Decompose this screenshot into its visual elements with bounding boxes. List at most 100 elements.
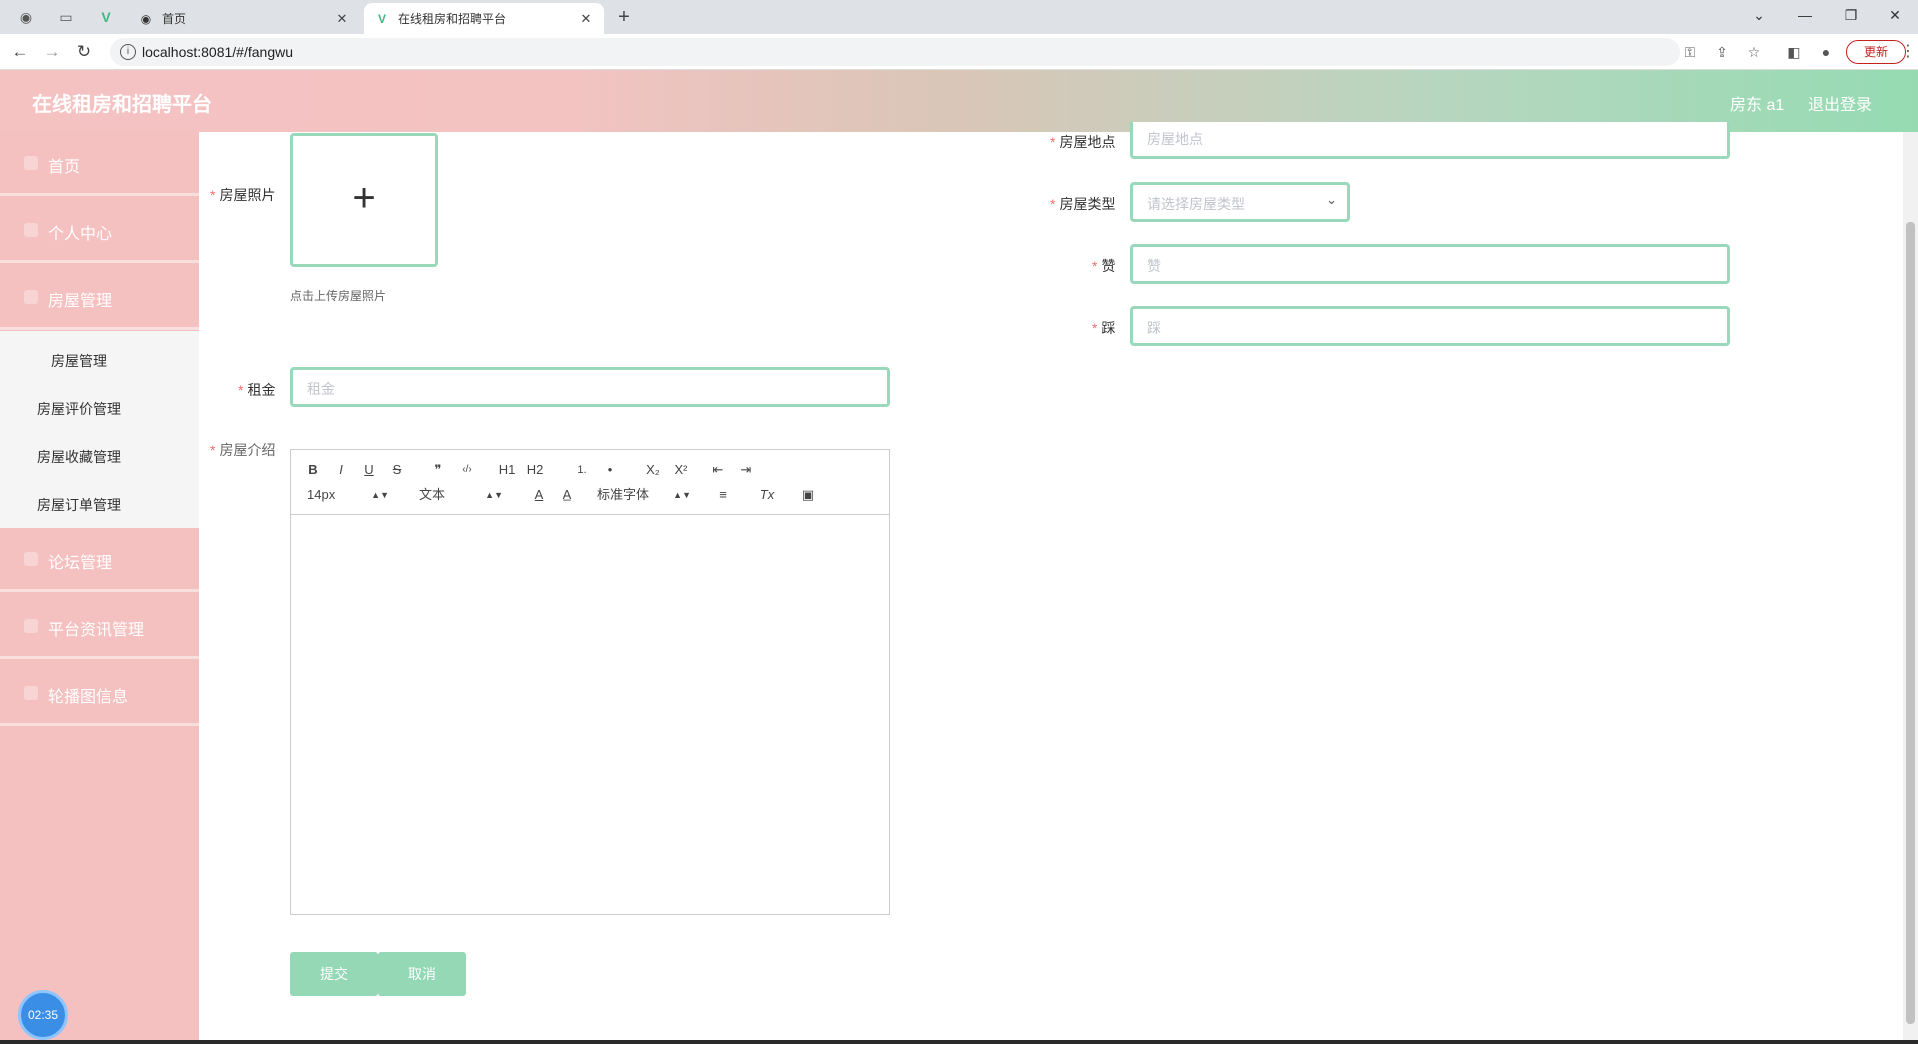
- submenu-item-house[interactable]: 房屋管理: [51, 341, 250, 381]
- submenu-item-review[interactable]: 房屋评价管理: [37, 389, 236, 429]
- photo-hint: 点击上传房屋照片: [290, 289, 387, 303]
- image-icon: [24, 686, 38, 700]
- close-icon[interactable]: ✕: [578, 11, 594, 27]
- forward-arrow-icon[interactable]: →: [40, 40, 64, 64]
- indent-button[interactable]: ⇥: [737, 460, 755, 480]
- tab-active[interactable]: V 在线租房和招聘平台 ✕: [364, 3, 604, 34]
- location-placeholder: 房屋地点: [1147, 131, 1203, 147]
- h1-button[interactable]: H1: [497, 460, 517, 480]
- blank-tab-icon[interactable]: ▭: [54, 6, 78, 28]
- font-select[interactable]: 标准字体 ▲▼: [597, 485, 691, 505]
- plus-icon: +: [352, 176, 376, 220]
- close-icon[interactable]: ✕: [334, 11, 350, 27]
- font-value: 标准字体: [597, 487, 650, 502]
- window-close-button[interactable]: ✕: [1872, 0, 1918, 30]
- sidebar-item-forum[interactable]: 论坛管理: [0, 528, 199, 592]
- underline-button[interactable]: U: [361, 460, 377, 480]
- chevron-down-icon[interactable]: ⌄: [1736, 0, 1782, 30]
- clear-format-button[interactable]: Tx: [757, 485, 777, 505]
- align-button[interactable]: ≡: [715, 485, 731, 505]
- submit-button[interactable]: 提交: [290, 952, 378, 996]
- like-label: * 赞: [1092, 258, 1116, 274]
- sidebar-item-house[interactable]: 房屋管理: [0, 266, 199, 330]
- vue-icon[interactable]: V: [94, 6, 118, 28]
- sidebar-item-label: 首页: [48, 159, 81, 176]
- bullet-list-button[interactable]: •: [601, 460, 619, 480]
- rent-label: * 租金: [238, 382, 276, 398]
- submenu-item-order[interactable]: 房屋订单管理: [37, 485, 236, 525]
- vue-icon: V: [377, 11, 386, 26]
- sidebar-item-home[interactable]: 首页: [0, 132, 199, 196]
- news-icon: [24, 619, 38, 633]
- sidebar-item-label: 房屋管理: [48, 293, 113, 310]
- menu-dots-icon[interactable]: ⋮: [1900, 40, 1916, 64]
- like-input[interactable]: 赞: [1130, 244, 1730, 284]
- code-button[interactable]: ‹/›: [457, 460, 477, 480]
- dislike-input[interactable]: 踩: [1130, 306, 1730, 346]
- logout-link[interactable]: 退出登录: [1808, 91, 1872, 115]
- sidebar-item-label: 平台资讯管理: [48, 622, 145, 639]
- house-icon: [24, 290, 38, 304]
- sidebar-item-label: 个人中心: [48, 226, 113, 243]
- header-select[interactable]: 文本 ▲▼: [419, 485, 503, 505]
- header-value: 文本: [419, 487, 446, 502]
- address-bar: ← → ↻ i localhost:8081/#/fangwu ⚿ ⇪ ☆ ◧ …: [0, 34, 1918, 70]
- italic-button[interactable]: I: [333, 460, 349, 480]
- font-size-select[interactable]: 14px ▲▼: [307, 485, 389, 505]
- rich-text-editor[interactable]: B I U S ❞ ‹/› H1 H2 1. • X₂ X² ⇤ ⇥ 14px ▲…: [290, 449, 890, 915]
- user-name: 房东 a1: [1730, 97, 1785, 114]
- font-size-value: 14px: [307, 487, 336, 502]
- reload-icon[interactable]: ↻: [72, 40, 96, 64]
- dislike-label: * 踩: [1092, 320, 1116, 336]
- brand-title: 在线租房和招聘平台: [32, 94, 212, 116]
- star-icon[interactable]: ☆: [1744, 42, 1764, 62]
- update-button[interactable]: 更新: [1846, 40, 1906, 64]
- insert-image-button[interactable]: ▣: [799, 485, 817, 505]
- key-icon[interactable]: ⚿: [1680, 42, 1700, 62]
- restore-button[interactable]: ❐: [1828, 0, 1874, 30]
- tab-title: 首页: [162, 12, 187, 26]
- new-tab-button[interactable]: +: [612, 5, 636, 29]
- photo-upload[interactable]: +: [290, 133, 438, 267]
- browser-tab-bar: ◉ ▭ V ◉ 首页 ✕ V 在线租房和招聘平台 ✕ + ⌄ — ❐ ✕: [0, 0, 1918, 34]
- sidebar-item-profile[interactable]: 个人中心: [0, 199, 199, 263]
- type-select[interactable]: 请选择房屋类型 ⌄: [1130, 182, 1350, 222]
- ordered-list-button[interactable]: 1.: [573, 460, 591, 480]
- clock-badge: 02:35: [18, 990, 68, 1040]
- font-color-button[interactable]: A: [531, 485, 547, 505]
- side-panel-icon[interactable]: ◧: [1784, 42, 1804, 62]
- info-icon[interactable]: i: [120, 44, 136, 60]
- strike-button[interactable]: S: [389, 460, 405, 480]
- profile-icon[interactable]: ●: [1816, 42, 1836, 62]
- location-input[interactable]: 房屋地点: [1130, 122, 1730, 159]
- h2-button[interactable]: H2: [525, 460, 545, 480]
- outdent-button[interactable]: ⇤: [709, 460, 727, 480]
- rent-input[interactable]: 租金: [290, 367, 890, 407]
- url-text: localhost:8081/#/fangwu: [142, 44, 293, 60]
- taskbar-edge: [0, 1040, 1918, 1044]
- sidebar-item-news[interactable]: 平台资讯管理: [0, 595, 199, 659]
- minimize-button[interactable]: —: [1782, 0, 1828, 30]
- background-color-button[interactable]: A̲: [559, 485, 575, 505]
- dislike-placeholder: 踩: [1147, 320, 1161, 336]
- globe-icon[interactable]: ◉: [14, 6, 38, 28]
- tab-title: 在线租房和招聘平台: [398, 12, 507, 26]
- house-submenu: 房屋管理 房屋评价管理 房屋收藏管理 房屋订单管理: [0, 331, 199, 528]
- globe-icon: ◉: [140, 11, 152, 26]
- superscript-button[interactable]: X²: [671, 460, 691, 480]
- quote-button[interactable]: ❞: [429, 460, 447, 480]
- submenu-item-favorite[interactable]: 房屋收藏管理: [37, 437, 236, 477]
- scrollbar-thumb[interactable]: [1906, 222, 1915, 1024]
- sidebar-item-carousel[interactable]: 轮播图信息: [0, 662, 199, 726]
- share-icon[interactable]: ⇪: [1712, 42, 1732, 62]
- url-field[interactable]: i localhost:8081/#/fangwu: [110, 38, 1680, 66]
- chevron-down-icon: ⌄: [1326, 192, 1337, 207]
- tab-home[interactable]: ◉ 首页 ✕: [128, 3, 360, 34]
- bold-button[interactable]: B: [305, 460, 321, 480]
- subscript-button[interactable]: X₂: [643, 460, 663, 480]
- back-arrow-icon[interactable]: ←: [8, 40, 32, 64]
- home-icon: [24, 156, 38, 170]
- updown-icon: ▲▼: [371, 490, 389, 500]
- type-label: * 房屋类型: [1050, 196, 1116, 212]
- cancel-button[interactable]: 取消: [378, 952, 466, 996]
